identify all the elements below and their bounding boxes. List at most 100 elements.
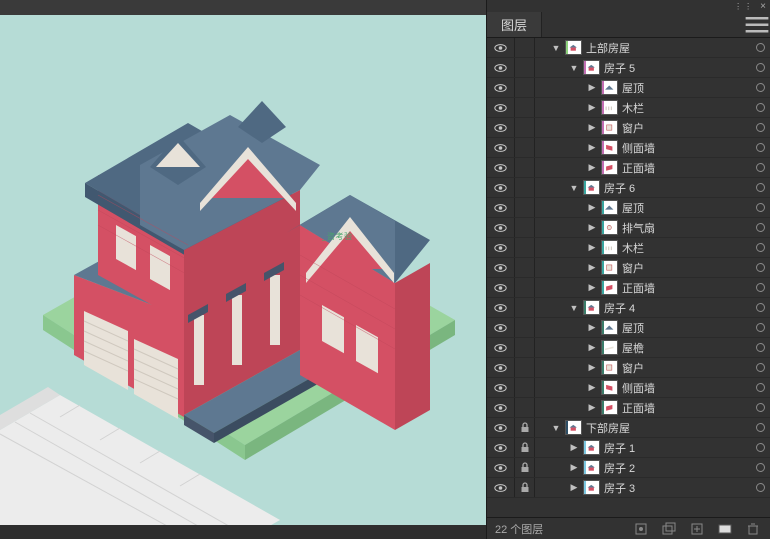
visibility-toggle[interactable]: [487, 378, 515, 397]
disclosure-triangle-icon[interactable]: ▼: [569, 63, 579, 73]
lock-toggle[interactable]: [515, 278, 535, 297]
tab-layers[interactable]: 图层: [487, 12, 542, 37]
panel-menu-button[interactable]: [744, 12, 770, 37]
disclosure-triangle-icon[interactable]: ▶: [587, 143, 597, 153]
visibility-toggle[interactable]: [487, 438, 515, 457]
disclosure-triangle-icon[interactable]: ▶: [587, 123, 597, 133]
visibility-toggle[interactable]: [487, 158, 515, 177]
lock-toggle[interactable]: [515, 338, 535, 357]
layer-row[interactable]: ▶屋顶: [487, 318, 770, 338]
target-selector[interactable]: [750, 298, 770, 317]
lock-toggle[interactable]: [515, 418, 535, 437]
layer-body[interactable]: ▶排气扇: [539, 220, 750, 236]
target-selector[interactable]: [750, 138, 770, 157]
lock-toggle[interactable]: [515, 158, 535, 177]
layer-body[interactable]: ▼房子 6: [539, 180, 750, 196]
disclosure-triangle-icon[interactable]: ▶: [587, 243, 597, 253]
visibility-toggle[interactable]: [487, 458, 515, 477]
footer-mask-button[interactable]: [716, 521, 734, 537]
lock-toggle[interactable]: [515, 198, 535, 217]
visibility-toggle[interactable]: [487, 278, 515, 297]
layer-row[interactable]: ▼房子 5: [487, 58, 770, 78]
lock-toggle[interactable]: [515, 478, 535, 497]
visibility-toggle[interactable]: [487, 78, 515, 97]
visibility-toggle[interactable]: [487, 298, 515, 317]
visibility-toggle[interactable]: [487, 418, 515, 437]
layer-row[interactable]: ▶木栏: [487, 98, 770, 118]
layer-body[interactable]: ▼房子 5: [539, 60, 750, 76]
target-selector[interactable]: [750, 58, 770, 77]
target-selector[interactable]: [750, 278, 770, 297]
lock-toggle[interactable]: [515, 298, 535, 317]
disclosure-triangle-icon[interactable]: ▶: [587, 363, 597, 373]
target-selector[interactable]: [750, 218, 770, 237]
layer-body[interactable]: ▼上部房屋: [539, 40, 750, 56]
layer-body[interactable]: ▶房子 2: [539, 460, 750, 476]
canvas[interactable]: _咨考验: [0, 15, 486, 525]
target-selector[interactable]: [750, 478, 770, 497]
layer-body[interactable]: ▶正面墙: [539, 400, 750, 416]
target-selector[interactable]: [750, 178, 770, 197]
layer-row[interactable]: ▼房子 6: [487, 178, 770, 198]
disclosure-triangle-icon[interactable]: ▶: [587, 163, 597, 173]
target-selector[interactable]: [750, 118, 770, 137]
layer-row[interactable]: ▶房子 2: [487, 458, 770, 478]
visibility-toggle[interactable]: [487, 258, 515, 277]
disclosure-triangle-icon[interactable]: ▶: [587, 323, 597, 333]
layer-body[interactable]: ▶屋顶: [539, 200, 750, 216]
layer-row[interactable]: ▼上部房屋: [487, 38, 770, 58]
lock-toggle[interactable]: [515, 178, 535, 197]
target-selector[interactable]: [750, 258, 770, 277]
layer-body[interactable]: ▶屋顶: [539, 80, 750, 96]
visibility-toggle[interactable]: [487, 398, 515, 417]
disclosure-triangle-icon[interactable]: ▶: [587, 103, 597, 113]
layer-row[interactable]: ▶房子 1: [487, 438, 770, 458]
layer-body[interactable]: ▶窗户: [539, 360, 750, 376]
layer-row[interactable]: ▶排气扇: [487, 218, 770, 238]
footer-locate-button[interactable]: [632, 521, 650, 537]
layer-row[interactable]: ▶正面墙: [487, 398, 770, 418]
footer-new-layer-button[interactable]: [688, 521, 706, 537]
layer-body[interactable]: ▶房子 3: [539, 480, 750, 496]
target-selector[interactable]: [750, 38, 770, 57]
target-selector[interactable]: [750, 78, 770, 97]
layer-body[interactable]: ▶窗户: [539, 120, 750, 136]
lock-toggle[interactable]: [515, 258, 535, 277]
target-selector[interactable]: [750, 318, 770, 337]
disclosure-triangle-icon[interactable]: ▶: [587, 383, 597, 393]
disclosure-triangle-icon[interactable]: ▼: [551, 43, 561, 53]
visibility-toggle[interactable]: [487, 98, 515, 117]
lock-toggle[interactable]: [515, 38, 535, 57]
disclosure-triangle-icon[interactable]: ▶: [587, 283, 597, 293]
layer-row[interactable]: ▶窗户: [487, 118, 770, 138]
footer-delete-button[interactable]: [744, 521, 762, 537]
target-selector[interactable]: [750, 338, 770, 357]
lock-toggle[interactable]: [515, 398, 535, 417]
layer-row[interactable]: ▶房子 3: [487, 478, 770, 498]
disclosure-triangle-icon[interactable]: ▼: [551, 423, 561, 433]
disclosure-triangle-icon[interactable]: ▶: [569, 463, 579, 473]
layer-body[interactable]: ▶木栏: [539, 100, 750, 116]
layer-body[interactable]: ▶木栏: [539, 240, 750, 256]
disclosure-triangle-icon[interactable]: ▶: [569, 483, 579, 493]
layer-row[interactable]: ▶正面墙: [487, 158, 770, 178]
target-selector[interactable]: [750, 238, 770, 257]
target-selector[interactable]: [750, 358, 770, 377]
layer-list[interactable]: ▼上部房屋 ▼房子 5 ▶屋顶 ▶木栏 ▶窗户 ▶侧面墙 ▶正面墙 ▼房子 6 ▶屋顶 ▶排气扇 ▶…: [487, 38, 770, 517]
layer-body[interactable]: ▼房子 4: [539, 300, 750, 316]
disclosure-triangle-icon[interactable]: ▶: [587, 83, 597, 93]
lock-toggle[interactable]: [515, 78, 535, 97]
lock-toggle[interactable]: [515, 378, 535, 397]
layer-body[interactable]: ▶屋檐: [539, 340, 750, 356]
visibility-toggle[interactable]: [487, 38, 515, 57]
visibility-toggle[interactable]: [487, 118, 515, 137]
visibility-toggle[interactable]: [487, 198, 515, 217]
layer-body[interactable]: ▶侧面墙: [539, 380, 750, 396]
layer-row[interactable]: ▶屋檐: [487, 338, 770, 358]
target-selector[interactable]: [750, 458, 770, 477]
panel-handle-icon[interactable]: ⋮⋮: [734, 2, 754, 11]
visibility-toggle[interactable]: [487, 318, 515, 337]
layer-body[interactable]: ▶窗户: [539, 260, 750, 276]
target-selector[interactable]: [750, 378, 770, 397]
disclosure-triangle-icon[interactable]: ▶: [587, 343, 597, 353]
